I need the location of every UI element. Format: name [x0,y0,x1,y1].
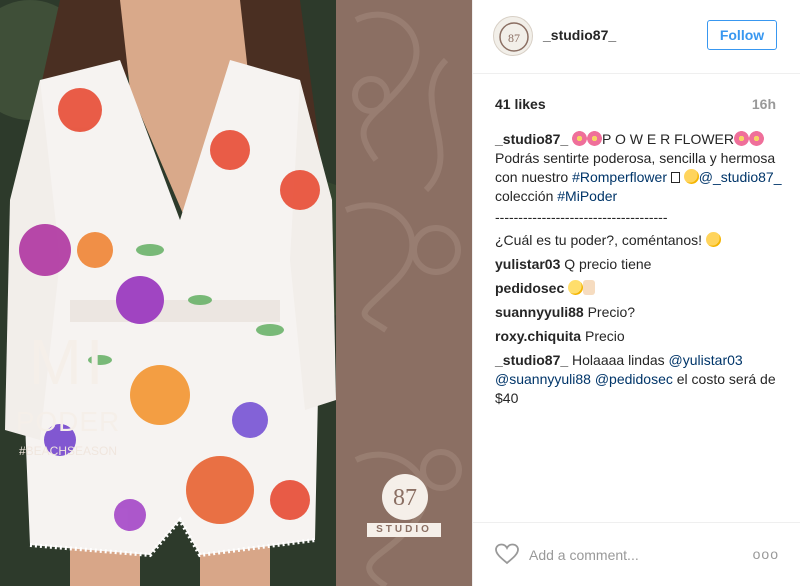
list-item: pedidosec [495,279,785,298]
caption: _studio87_ P O W E R FLOWER Podrás senti… [495,130,785,250]
caption-question-text: ¿Cuál es tu poder?, coméntanos! [495,232,706,248]
caption-username[interactable]: _studio87_ [495,131,568,147]
smile-emoji-icon [568,280,584,295]
instagram-post: MI PODER #BEACHSEASON 87 STUDIO 87 _stud… [0,0,800,586]
post-time[interactable]: 16h [752,96,776,112]
hashtag-romperflower[interactable]: #Romperflower [572,169,667,185]
comment-text: Precio? [587,304,636,320]
model-photo [0,0,336,586]
comment-text: Holaaaa lindas [572,352,669,368]
logo-word: STUDIO [367,523,441,537]
flower-emoji-icon [572,131,588,146]
post-image[interactable]: MI PODER #BEACHSEASON 87 STUDIO [0,0,472,586]
brand-title-mi: MI [28,326,108,398]
hashtag-mipoder[interactable]: #MiPoder [557,188,617,204]
romper-illustration [0,0,336,586]
brand-hashtag: #BEACHSEASON [18,444,118,458]
mention-yulistar03[interactable]: @yulistar03 [669,352,743,368]
avatar-number: 87 [508,31,520,45]
mention-pedidosec[interactable]: @pedidosec [595,371,673,387]
comment-username[interactable]: yulistar03 [495,256,560,272]
caption-question: ¿Cuál es tu poder?, coméntanos! [495,231,785,250]
post-header: 87 _studio87_ Follow [473,0,800,74]
kiss-emoji-icon [683,169,699,184]
list-item: yulistar03 Q precio tiene [495,255,785,274]
comment-username[interactable]: roxy.chiquita [495,328,581,344]
more-options-icon[interactable]: ooo [753,546,779,562]
list-item: _studio87_ Holaaaa lindas @yulistar03 @s… [495,351,785,408]
add-comment-input[interactable] [529,545,739,565]
caption-text-2: colección [495,188,558,204]
heart-icon[interactable] [495,543,519,565]
thumbs-up-emoji-icon [583,280,596,295]
mention-suannyyuli88[interactable]: @suannyyuli88 [495,371,591,387]
post-sidebar: 87 _studio87_ Follow 41 likes 16h _studi… [472,0,800,586]
comment-text: Precio [584,328,625,344]
flower-emoji-icon [749,131,765,146]
comment-text: Q precio tiene [564,256,652,272]
kiss-emoji-icon [705,232,721,247]
studio87-logo-icon: 87 [382,474,428,520]
list-item: roxy.chiquita Precio [495,327,785,346]
flower-emoji-icon [587,131,603,146]
caption-divider: ------------------------------------- [495,209,668,225]
follow-button[interactable]: Follow [707,20,777,50]
likes-count[interactable]: 41 likes [495,96,546,112]
comment-username[interactable]: pedidosec [495,280,564,296]
brand-title-poder: PODER [15,406,121,437]
comment-list: _studio87_ P O W E R FLOWER Podrás senti… [495,130,785,413]
avatar-logo-icon: 87 [499,22,529,52]
mention-studio87[interactable]: @_studio87_ [699,169,782,185]
unknown-glyph-icon [670,172,680,183]
comment-bar: ooo [473,522,800,586]
avatar[interactable]: 87 [493,16,533,56]
caption-title: P O W E R FLOWER [602,131,735,147]
logo-number: 87 [393,485,417,511]
list-item: suannyyuli88 Precio? [495,303,785,322]
comment-username[interactable]: suannyyuli88 [495,304,584,320]
comment-username[interactable]: _studio87_ [495,352,568,368]
flower-emoji-icon [734,131,750,146]
header-username[interactable]: _studio87_ [543,27,616,43]
